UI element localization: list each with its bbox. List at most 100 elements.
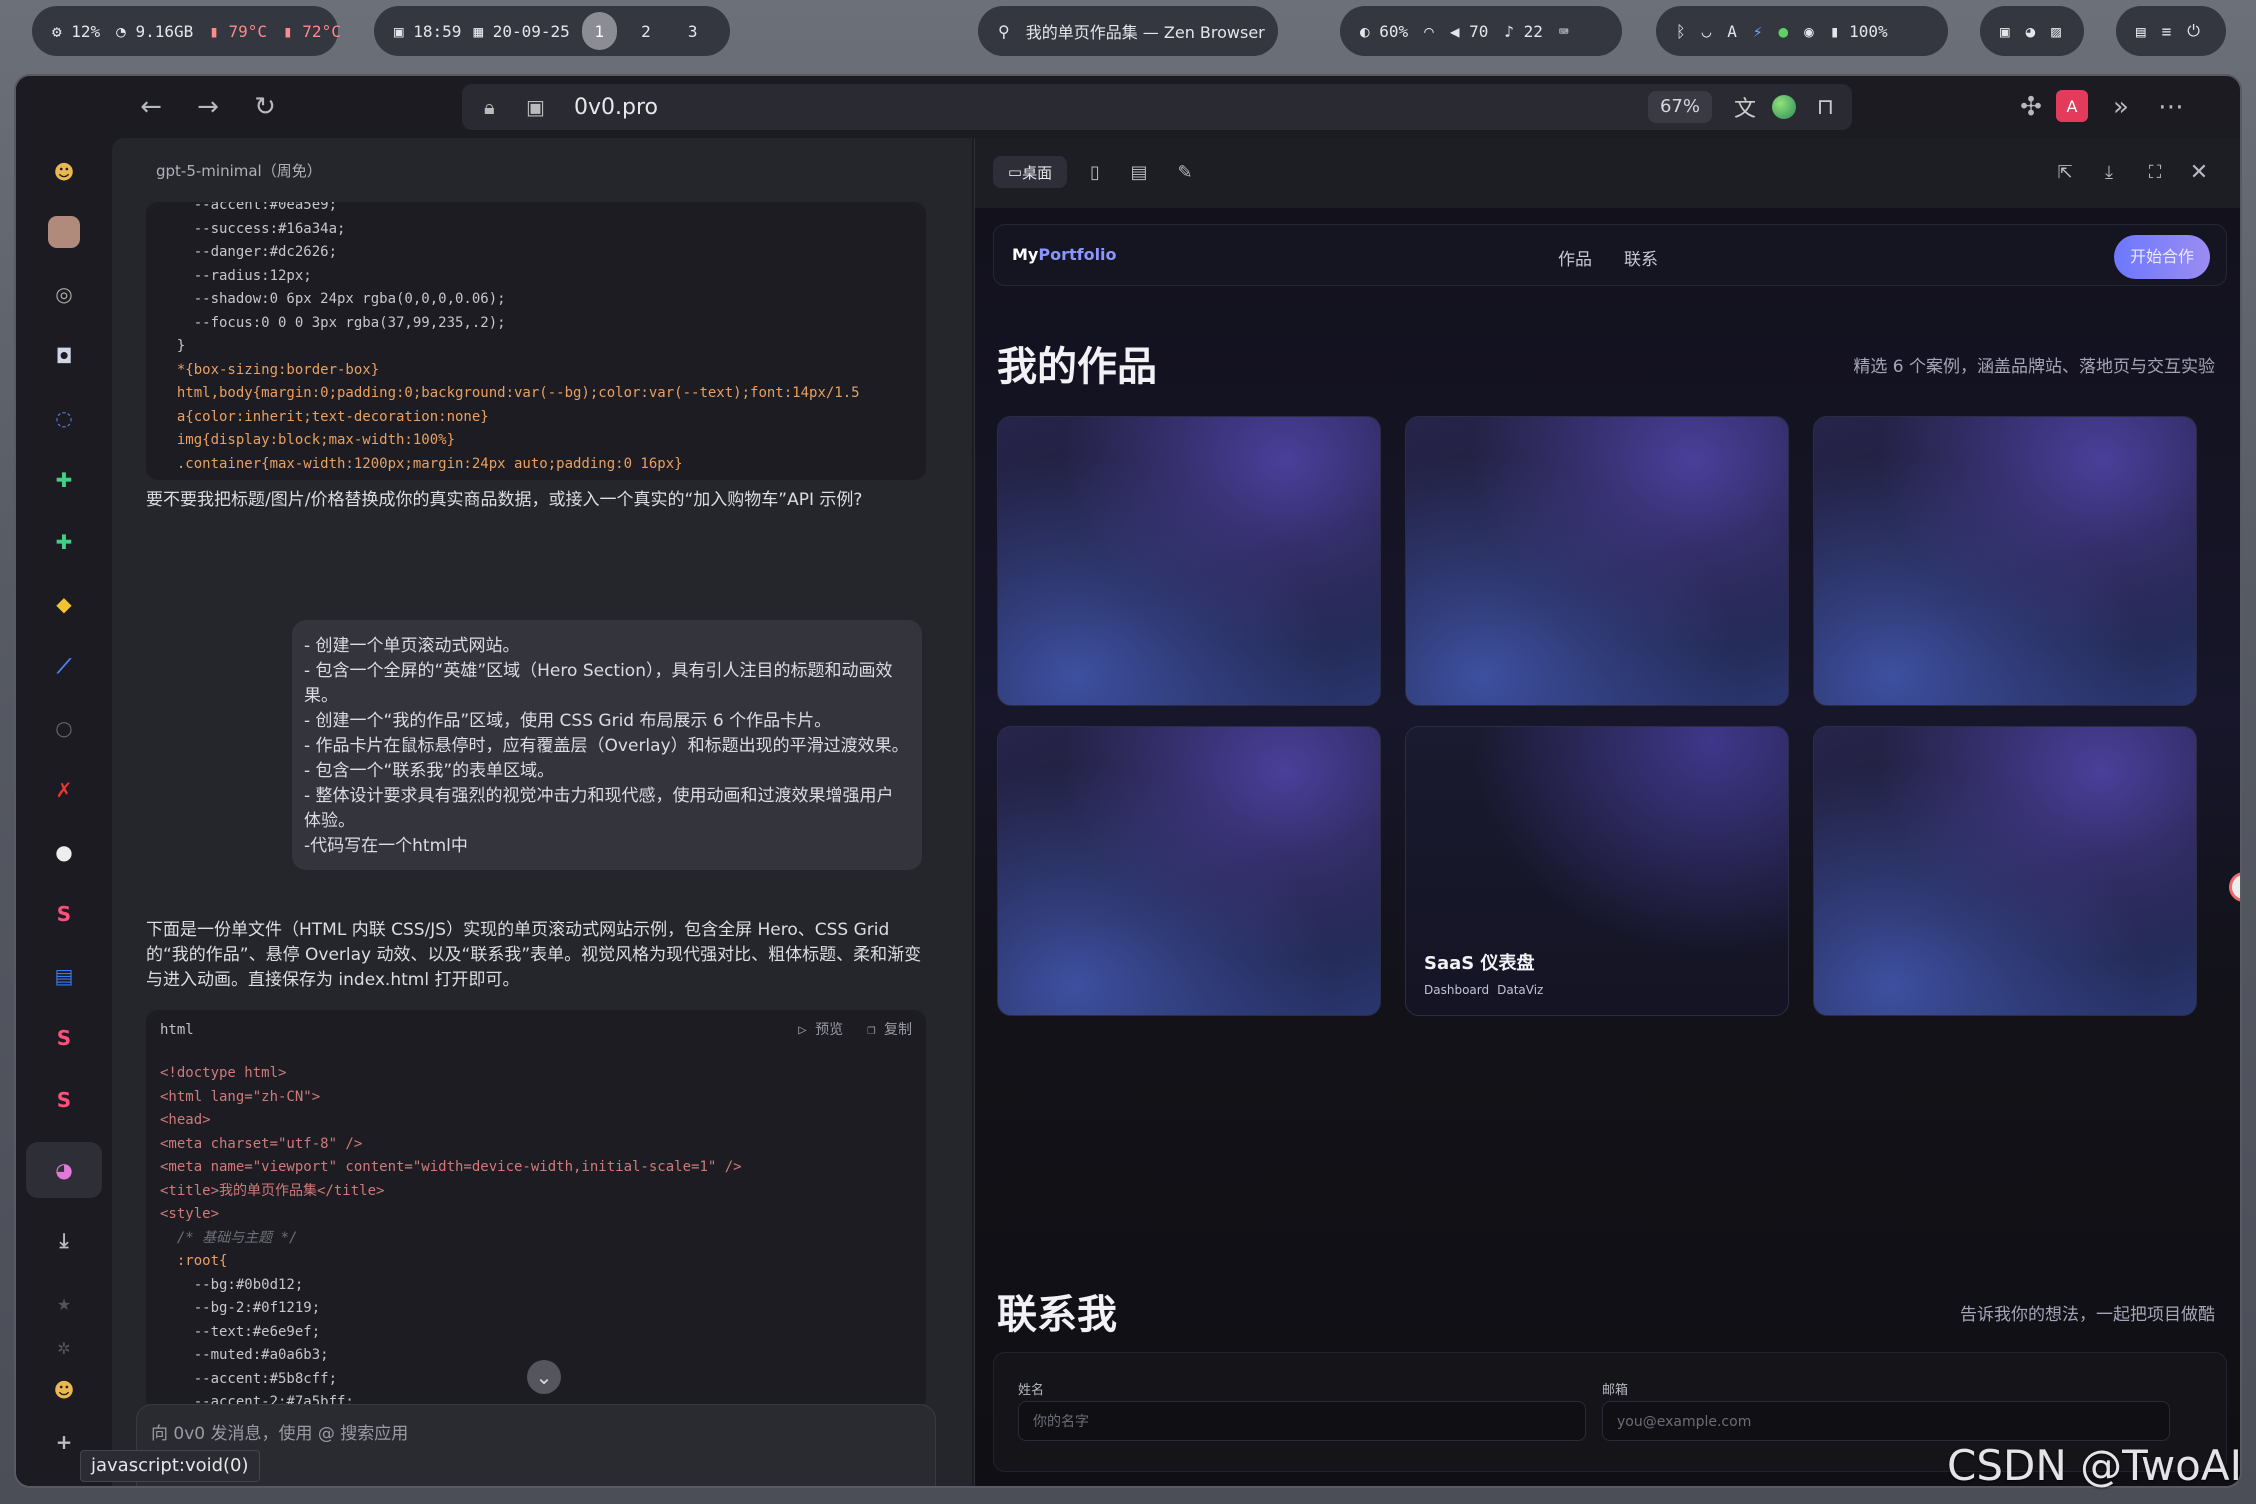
brightness[interactable]: ◐ 60% <box>1360 22 1408 41</box>
site-info-icon[interactable]: ▣ <box>526 95 545 119</box>
notes-app-icon[interactable] <box>48 216 80 248</box>
extension-globe-icon[interactable] <box>1772 95 1796 119</box>
extensions-icon[interactable]: ✣ <box>2012 88 2050 126</box>
translate-ext-icon[interactable]: A <box>2056 90 2088 122</box>
tray[interactable]: ᛒ ◡ A ⚡ ● ◉ ▮ 100% <box>1656 6 1948 56</box>
cta-button[interactable]: 开始合作 <box>2114 235 2210 279</box>
wechat-icon[interactable]: ● <box>1779 22 1789 41</box>
site-brand[interactable]: MyPortfolio <box>1012 245 1117 264</box>
work-card[interactable] <box>1813 416 2197 706</box>
message-input-placeholder: 向 0v0 发消息，使用 @ 搜索应用 <box>151 1424 409 1444</box>
app-icon-5[interactable]: ◌ <box>48 402 80 434</box>
mic[interactable]: ♪ 22 <box>1504 22 1543 41</box>
lock-icon: 🔒︎ <box>484 95 495 119</box>
download-icon[interactable]: ⤓ <box>48 1224 80 1256</box>
screenshot-icon[interactable]: ▣ <box>2000 22 2010 41</box>
menu-icon[interactable]: ≡ <box>2162 22 2172 41</box>
code-line: <!doctype html> <box>160 1065 287 1081</box>
app-icon-9[interactable]: ⟋ <box>48 650 80 682</box>
copy-code-button[interactable]: ❐ 复制 <box>867 1019 912 1043</box>
input-method-icon[interactable]: A <box>1727 22 1737 41</box>
zoom-level[interactable]: 67% <box>1647 91 1712 123</box>
power-tools[interactable]: ▤ ≡ ⏻ <box>2116 6 2226 56</box>
work-card[interactable] <box>997 416 1381 706</box>
active-app-icon[interactable]: ◕ <box>26 1142 102 1198</box>
work-card[interactable] <box>997 726 1381 1016</box>
quick-settings[interactable]: ◐ 60% ◠ ◀ 70 ♪ 22 ⌨ <box>1340 6 1622 56</box>
app-icon-13[interactable]: S <box>48 898 80 930</box>
capture-icon[interactable]: ▨ <box>2051 22 2061 41</box>
workspace-1[interactable]: 1 <box>581 12 617 50</box>
floating-widget-icon[interactable] <box>2229 872 2240 902</box>
add-icon[interactable]: + <box>48 1426 80 1458</box>
close-icon[interactable]: ✕ <box>2183 156 2215 188</box>
docs-icon[interactable]: ▤ <box>48 960 80 992</box>
tablet-view-icon[interactable]: ▯ <box>1079 156 1111 188</box>
mobile-view-icon[interactable]: ▤ <box>1123 156 1155 188</box>
model-name[interactable]: gpt-5-minimal（周免） <box>156 160 322 181</box>
clock-and-workspaces: ▣ 18:59 ▦ 20-09-25 1 2 3 <box>374 6 730 56</box>
open-external-icon[interactable]: ⇱ <box>2049 156 2081 188</box>
reload-button[interactable]: ↻ <box>246 88 284 126</box>
download-icon[interactable]: ⤓ <box>2093 156 2125 188</box>
star-icon[interactable]: ★ <box>48 1288 80 1320</box>
more-tools-icon[interactable]: » <box>2102 88 2140 126</box>
back-button[interactable]: ← <box>132 88 170 126</box>
bluetooth-icon[interactable]: ᛒ <box>1676 22 1686 41</box>
palette-icon[interactable]: ◕ <box>2026 22 2036 41</box>
puzzle-icon[interactable]: ✲ <box>48 1332 80 1364</box>
qq-icon[interactable]: ◉ <box>1804 22 1814 41</box>
card-title: SaaS 仪表盘 <box>1424 953 1535 974</box>
emoji-icon[interactable]: ☻ <box>48 1374 80 1406</box>
wifi-icon[interactable]: ◠ <box>1424 22 1434 41</box>
code-line: <meta charset="utf-8" /> <box>160 1135 363 1152</box>
nav-works[interactable]: 作品 <box>1558 245 1592 270</box>
contact-title: 联系我 <box>997 1292 1117 1338</box>
app-icon-10[interactable]: ○ <box>48 712 80 744</box>
workspace-2[interactable]: 2 <box>629 12 664 50</box>
url-bar[interactable]: 🔒︎ ▣ 0v0.pro 67% 文 ⊓ <box>462 84 1852 130</box>
cpu-usage: ⚙ 12% <box>52 21 101 41</box>
name-input[interactable]: 你的名字 <box>1018 1401 1586 1441</box>
url-text[interactable]: 0v0.pro <box>574 95 658 120</box>
nav-contact[interactable]: 联系 <box>1624 245 1658 270</box>
openai-icon[interactable]: ◎ <box>48 278 80 310</box>
app-icon-8[interactable]: ◆ <box>48 588 80 620</box>
keyboard-icon[interactable]: ⌨ <box>1559 22 1569 41</box>
code-lines: --accent:#0ea5e9; --success:#16a34a; --d… <box>160 202 912 476</box>
volume[interactable]: ◀ 70 <box>1450 22 1489 41</box>
x-icon[interactable]: ✗ <box>48 774 80 806</box>
emoji-app-icon[interactable]: ☻ <box>48 156 80 188</box>
app-icon-4[interactable]: ◘ <box>48 340 80 372</box>
add-app-icon[interactable]: ✚ <box>48 464 80 496</box>
work-card[interactable] <box>1813 726 2197 1016</box>
app-tray-icon[interactable]: ⚡ <box>1753 22 1763 41</box>
fullscreen-icon[interactable]: ⛶ <box>2139 156 2171 188</box>
menu-icon[interactable]: ⋯ <box>2152 88 2190 126</box>
workspace-3[interactable]: 3 <box>675 12 710 50</box>
code-line: --success:#16a34a; <box>160 220 346 237</box>
github-icon[interactable]: ● <box>48 836 80 868</box>
scroll-down-button[interactable]: ⌄ <box>527 1360 561 1394</box>
power-icon[interactable]: ⏻ <box>2187 21 2200 41</box>
wifi-tray-icon[interactable]: ◡ <box>1702 22 1712 41</box>
work-card[interactable] <box>1405 416 1789 706</box>
desktop-view-tab[interactable]: ▭ 桌面 <box>993 156 1067 188</box>
forward-button[interactable]: → <box>189 88 227 126</box>
email-input[interactable]: you@example.com <box>1602 1401 2170 1441</box>
app-icon-16[interactable]: S <box>48 1084 80 1116</box>
battery: ▮ 100% <box>1829 21 1888 41</box>
bookmark-icon[interactable]: ⊓ <box>1817 95 1834 120</box>
translate-icon[interactable]: 文 <box>1734 91 1756 123</box>
preview-code-button[interactable]: ▷ 预览 <box>798 1019 843 1043</box>
edit-icon[interactable]: ✎ <box>1169 156 1201 188</box>
screenshot-tools[interactable]: ▣ ◕ ▨ <box>1980 6 2084 56</box>
add-app-icon-2[interactable]: ✚ <box>48 526 80 558</box>
email-label: 邮箱 <box>1602 1383 1629 1398</box>
app-icon-15[interactable]: S <box>48 1022 80 1054</box>
preview-toolbar: ▭ 桌面 ▯ ▤ ✎ ⇱ ⤓ ⛶ ✕ <box>975 138 2240 208</box>
browser-sidebar: ☻ ◎ ◘ ◌ ✚ ✚ ◆ ⟋ ○ ✗ ● S ▤ S S ◕ ⤓ ★ ✲ ☻ … <box>16 76 112 1486</box>
site-nav: MyPortfolio 作品 联系 开始合作 <box>993 224 2227 286</box>
clipboard-icon[interactable]: ▤ <box>2136 22 2146 41</box>
work-card-hovered[interactable]: SaaS 仪表盘 Dashboard DataViz <box>1405 726 1789 1016</box>
